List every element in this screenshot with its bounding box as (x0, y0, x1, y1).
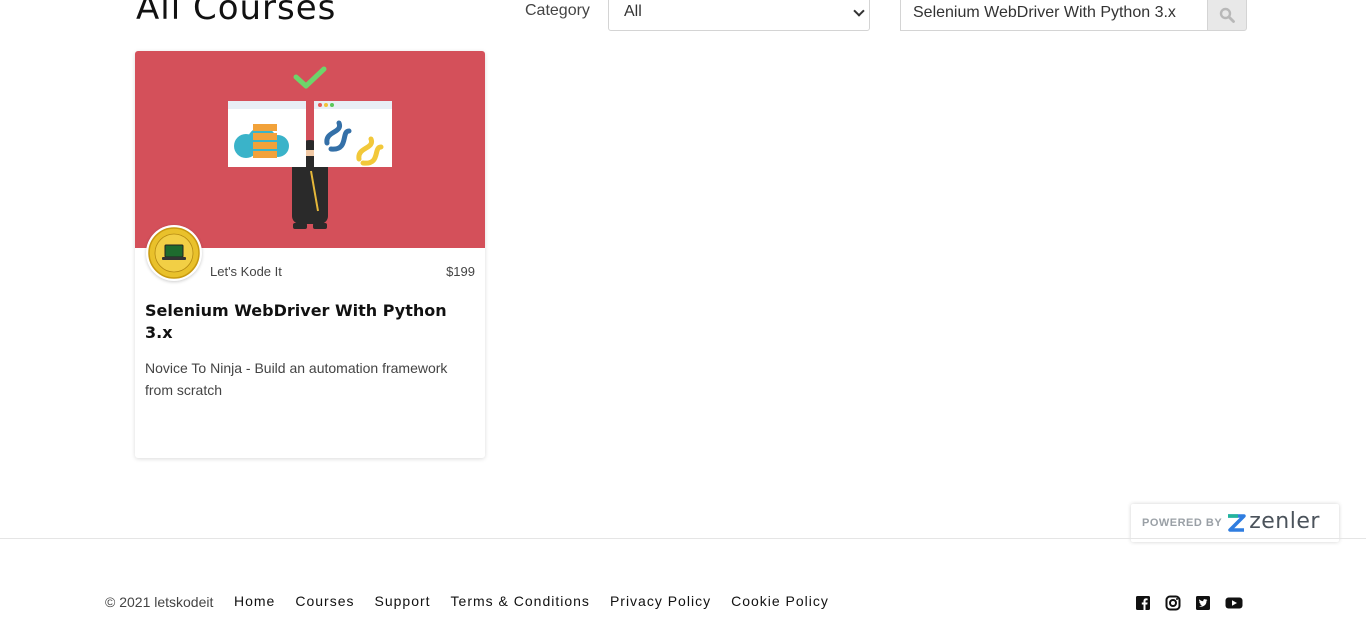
author-name[interactable]: Let's Kode It (210, 264, 282, 279)
server-window-illustration (228, 101, 306, 167)
youtube-icon[interactable] (1225, 595, 1243, 611)
category-label: Category (525, 2, 590, 19)
search-button[interactable] (1207, 0, 1247, 31)
course-thumbnail[interactable] (135, 51, 485, 248)
python-window-illustration (314, 101, 392, 167)
powered-by-badge[interactable]: POWERED BY zenler (1131, 504, 1339, 542)
course-price: $199 (446, 264, 475, 279)
course-title[interactable]: Selenium WebDriver With Python 3.x (145, 300, 465, 344)
twitter-icon[interactable] (1195, 595, 1211, 611)
social-icons (1135, 595, 1255, 611)
footer-link-courses[interactable]: Courses (295, 593, 354, 609)
footer-nav: Home Courses Support Terms & Conditions … (234, 593, 849, 609)
instagram-icon[interactable] (1165, 595, 1181, 611)
footer-divider (0, 538, 1366, 539)
avatar (146, 225, 202, 281)
page-title: All Courses (136, 0, 337, 28)
category-selected-value: All (624, 3, 642, 20)
category-select[interactable]: All (608, 0, 870, 31)
zenler-wordmark: zenler (1249, 508, 1320, 534)
footer-link-cookie[interactable]: Cookie Policy (731, 593, 829, 609)
zenler-logo: zenler (1226, 508, 1320, 536)
zenler-z-icon (1228, 514, 1246, 532)
footer-link-privacy[interactable]: Privacy Policy (610, 593, 711, 609)
footer-link-support[interactable]: Support (375, 593, 431, 609)
course-card[interactable]: Let's Kode It $199 Selenium WebDriver Wi… (135, 51, 485, 458)
search-input[interactable]: Selenium WebDriver With Python 3.x (900, 0, 1208, 31)
facebook-icon[interactable] (1135, 595, 1151, 611)
powered-by-label: POWERED BY (1142, 517, 1223, 529)
footer-link-terms[interactable]: Terms & Conditions (451, 593, 590, 609)
search-icon (1219, 7, 1235, 23)
footer-link-home[interactable]: Home (234, 593, 275, 609)
footer-copyright: © 2021 letskodeit (105, 594, 214, 610)
course-description: Novice To Ninja - Build an automation fr… (145, 360, 448, 398)
chevron-down-icon (853, 5, 865, 17)
checkmark-icon (293, 66, 327, 89)
